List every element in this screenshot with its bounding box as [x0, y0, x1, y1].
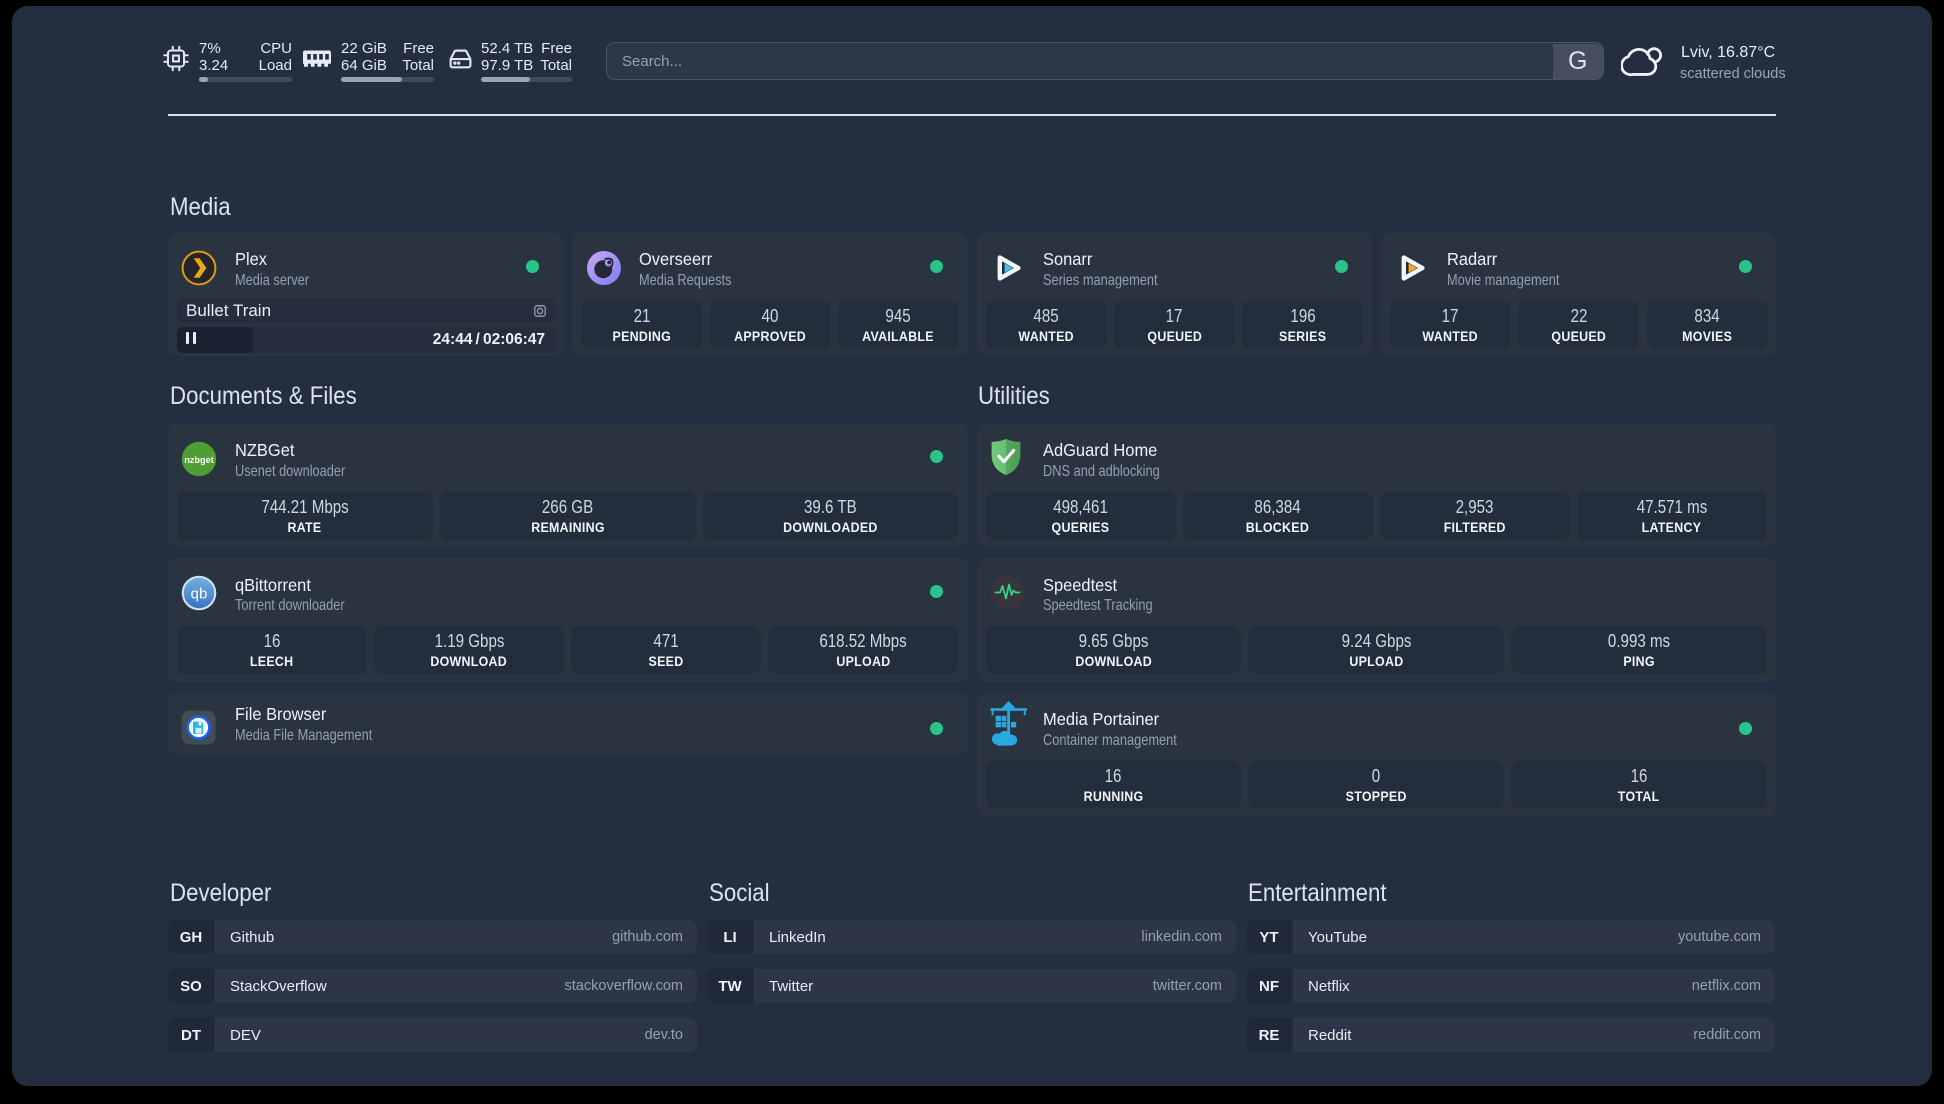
svg-text:nzbget: nzbget	[185, 454, 215, 464]
svg-text:qb: qb	[191, 586, 208, 603]
